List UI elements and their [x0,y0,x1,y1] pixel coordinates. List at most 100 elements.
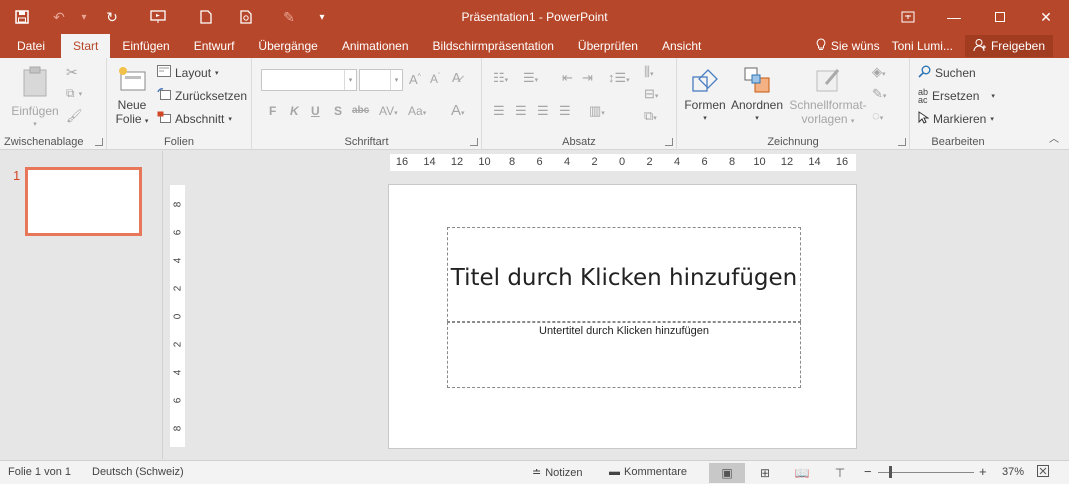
print-preview-icon[interactable] [226,0,266,34]
layout-button[interactable]: Layout ▾ [157,65,219,80]
tab-entwurf[interactable]: Entwurf [182,34,247,58]
cut-icon[interactable]: ✂ [66,64,78,81]
tab-uebergaenge[interactable]: Übergänge [246,34,329,58]
slide-sorter-view-icon[interactable]: ⊞ [747,463,783,483]
new-file-icon[interactable] [186,0,226,34]
zoom-in-icon[interactable]: + [979,464,987,479]
language-indicator[interactable]: Deutsch (Schweiz) [92,466,184,478]
undo-icon[interactable]: ↶ [44,0,74,34]
title-placeholder[interactable]: Titel durch Klicken hinzufügen [447,227,801,322]
tab-start[interactable]: Start [61,34,111,58]
user-name[interactable]: Toni Lumi... [892,39,953,53]
arrange-button[interactable]: Anordnen ▾ [729,62,785,126]
paragraph-launcher-icon[interactable] [665,138,673,146]
tell-me-box[interactable]: Sie wüns [816,38,880,54]
change-case-icon[interactable]: Aa▾ [408,104,426,118]
strikethrough-button[interactable]: abc [352,105,369,116]
close-icon[interactable]: ✕ [1023,0,1069,34]
italic-button[interactable]: K [290,104,299,118]
shape-fill-icon[interactable]: ◈▾ [872,64,886,80]
font-color-button[interactable]: A▾ [451,102,465,119]
collapse-ribbon-icon[interactable]: ︿ [1049,130,1059,145]
fit-to-window-icon[interactable] [1037,465,1049,477]
text-direction-icon[interactable]: ⫼▾ [644,64,654,80]
normal-view-icon[interactable]: ▣ [709,463,745,483]
tab-animationen[interactable]: Animationen [330,34,421,58]
zoom-slider-track[interactable] [878,472,974,473]
font-launcher-icon[interactable] [470,138,478,146]
clear-formatting-icon[interactable]: A̷ [452,70,461,85]
share-button[interactable]: Freigeben [964,35,1053,57]
font-size-combo[interactable]: ▾ [359,69,403,91]
vertical-ruler: 8 6 4 2 0 2 4 6 8 [170,185,185,447]
tab-ansicht[interactable]: Ansicht [650,34,713,58]
quick-styles-button[interactable]: Schnellformat- vorlagen ▾ [785,62,871,129]
copy-icon[interactable]: ⧉ ▾ [66,86,82,101]
cursor-icon [918,111,930,127]
justify-icon[interactable]: ☰ [559,103,571,119]
comments-button[interactable]: ▬ Kommentare [609,466,687,478]
bold-button[interactable]: F [269,104,276,118]
line-spacing-icon[interactable]: ↕☰▾ [608,70,630,86]
redo-icon[interactable]: ↻ [94,0,130,34]
align-right-icon[interactable]: ☰ [537,103,549,119]
zoom-slider-thumb[interactable] [889,466,892,478]
slide-thumbnail[interactable] [25,167,142,236]
section-icon [157,111,171,126]
ribbon-display-options-icon[interactable] [885,0,931,34]
subtitle-placeholder[interactable]: Untertitel durch Klicken hinzufügen [447,322,801,388]
numbering-icon[interactable]: ☰▾ [523,70,538,86]
shadow-button[interactable]: S [334,104,342,118]
font-name-combo[interactable]: ▾ [261,69,357,91]
maximize-icon[interactable] [977,0,1023,34]
slide-canvas[interactable]: Titel durch Klicken hinzufügen Untertite… [388,184,857,449]
clipboard-launcher-icon[interactable] [95,138,103,146]
minimize-icon[interactable]: — [931,0,977,34]
increase-indent-icon[interactable]: ⇥ [582,70,593,86]
reading-view-icon[interactable]: 📖 [784,463,820,483]
undo-dropdown-icon[interactable]: ▾ [74,0,94,34]
columns-icon[interactable]: ▥▾ [589,103,605,119]
notes-button[interactable]: ≐ Notizen [532,466,583,480]
new-slide-button[interactable]: Neue Folie ▾ [111,62,153,129]
bullets-icon[interactable]: ☷▾ [493,70,508,86]
tab-ueberpruefen[interactable]: Überprüfen [566,34,650,58]
shape-effects-icon[interactable]: ◌▾ [872,108,883,123]
slideshow-view-icon[interactable]: ⊤ [822,463,858,483]
replace-button[interactable]: ab ac Ersetzen ▾ [918,88,995,105]
shape-outline-icon[interactable]: ✎▾ [872,86,886,102]
tab-bildschirmpraesentation[interactable]: Bildschirmpräsentation [421,34,566,58]
section-button[interactable]: Abschnitt ▾ [157,111,232,126]
tab-datei[interactable]: Datei [0,34,61,58]
group-paragraph: ☷▾ ☰▾ ⇤ ⇥ ↕☰▾ ⫼▾ ⊟▾ ⧉▾ ☰ ☰ ☰ ☰ ▥▾ Absatz [482,58,677,150]
from-beginning-icon[interactable] [130,0,186,34]
select-button[interactable]: Markieren ▾ [918,111,994,127]
zoom-level[interactable]: 37% [1002,466,1024,478]
find-button[interactable]: Suchen [918,65,976,81]
shapes-dropdown-icon: ▾ [703,115,707,122]
zoom-out-icon[interactable]: − [864,464,872,479]
underline-button[interactable]: U [311,104,320,118]
font-size-dropdown-icon[interactable]: ▾ [390,70,402,90]
smartart-icon[interactable]: ⧉▾ [644,108,657,124]
paste-button[interactable]: Einfügen ▾ [6,64,64,132]
drawing-launcher-icon[interactable] [898,138,906,146]
tab-einfuegen[interactable]: Einfügen [110,34,181,58]
align-center-icon[interactable]: ☰ [515,103,527,119]
format-painter-icon[interactable]: 🖌 [66,108,83,124]
notes-icon: ≐ [532,467,542,479]
font-name-dropdown-icon[interactable]: ▾ [344,70,356,90]
save-icon[interactable] [0,0,44,34]
reset-button[interactable]: Zurücksetzen [157,88,247,103]
shapes-button[interactable]: Formen ▾ [681,62,729,126]
customize-qat-icon[interactable]: ▾ [312,0,332,34]
grow-font-icon[interactable]: A^ [409,72,421,87]
align-text-icon[interactable]: ⊟▾ [644,86,658,102]
align-left-icon[interactable]: ☰ [493,103,505,119]
group-slides: Neue Folie ▾ Layout ▾ Zurücksetzen Abschn… [107,58,252,150]
character-spacing-icon[interactable]: AV▾ [379,104,398,118]
tell-me-text: Sie wüns [830,39,880,53]
shrink-font-icon[interactable]: Aˇ [430,72,440,86]
format-painter-qat-icon[interactable]: ✎ [266,0,312,34]
decrease-indent-icon[interactable]: ⇤ [562,70,573,86]
